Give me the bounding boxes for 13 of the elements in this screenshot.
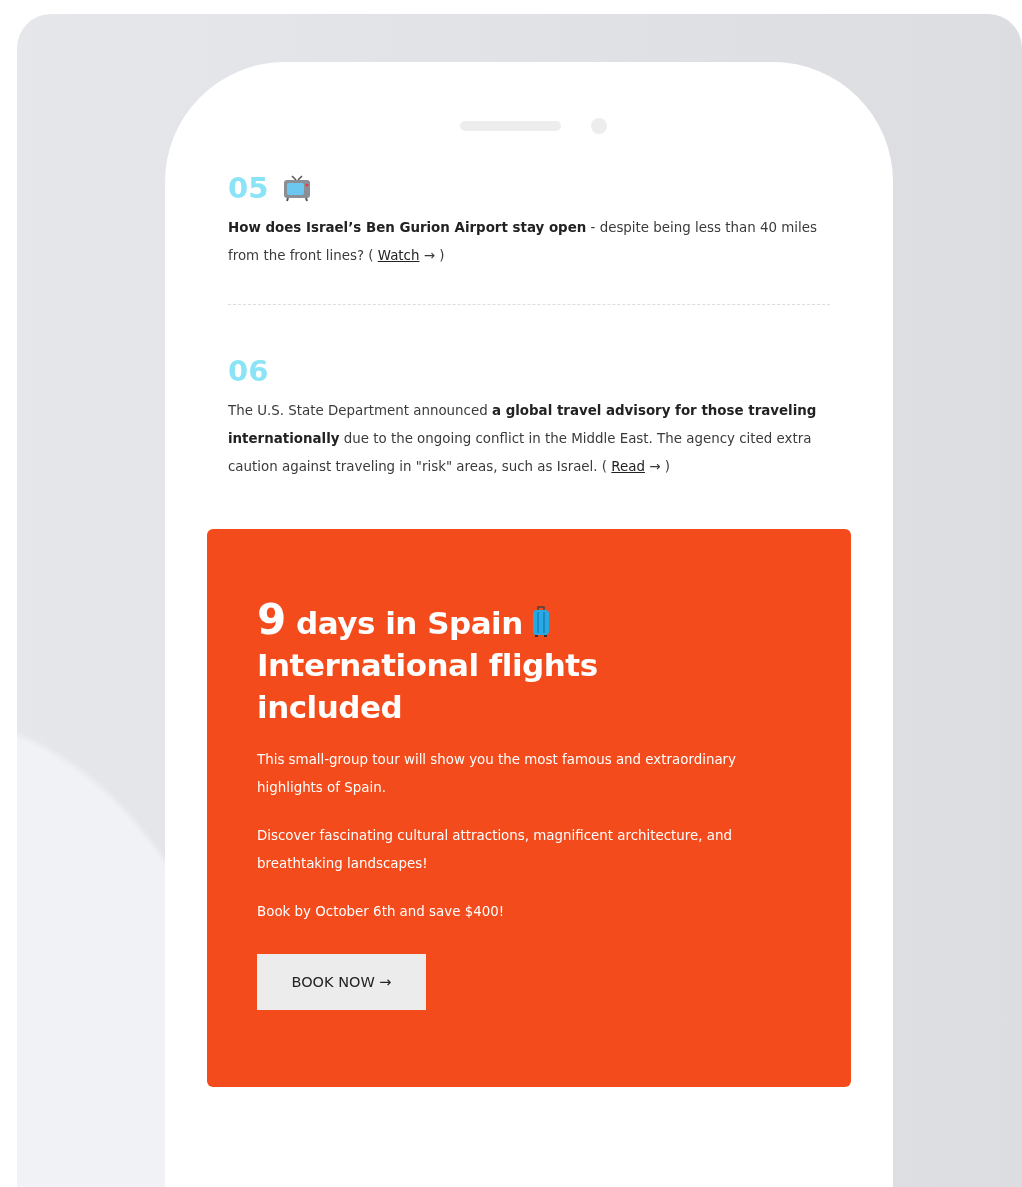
item-number: 06 <box>228 354 269 388</box>
television-icon <box>282 173 313 203</box>
promo-text: This small-group tour will show you the most famous and extraordinary highlights of Spain. <box>257 751 738 797</box>
item-number: 05 <box>228 171 269 205</box>
book-now-button[interactable]: BOOK NOW → <box>257 954 426 1010</box>
news-text: How does Israel’s Ben Gurion Airport stay open - despite being less than 40 miles from the front lines? ( Watch → ) <box>228 219 818 265</box>
promo-subtitle: International flights included <box>257 647 598 725</box>
promo-text: Book by October 6th and save $400! <box>257 903 506 921</box>
link[interactable]: Read <box>611 459 645 474</box>
promo-text: Discover fascinating cultural attractions, magnificent architecture, and breathtaking landscapes! <box>257 827 733 873</box>
suitcase-icon <box>530 606 551 638</box>
link[interactable]: Watch <box>377 248 420 263</box>
news-text: The U.S. State Department announced a global travel advisory for those traveling internationally due to the ongoing conflict in the Middle East. The agency cited extra caution against traveling in "risk" areas, such as Israel. ( Read → ) <box>228 402 818 476</box>
